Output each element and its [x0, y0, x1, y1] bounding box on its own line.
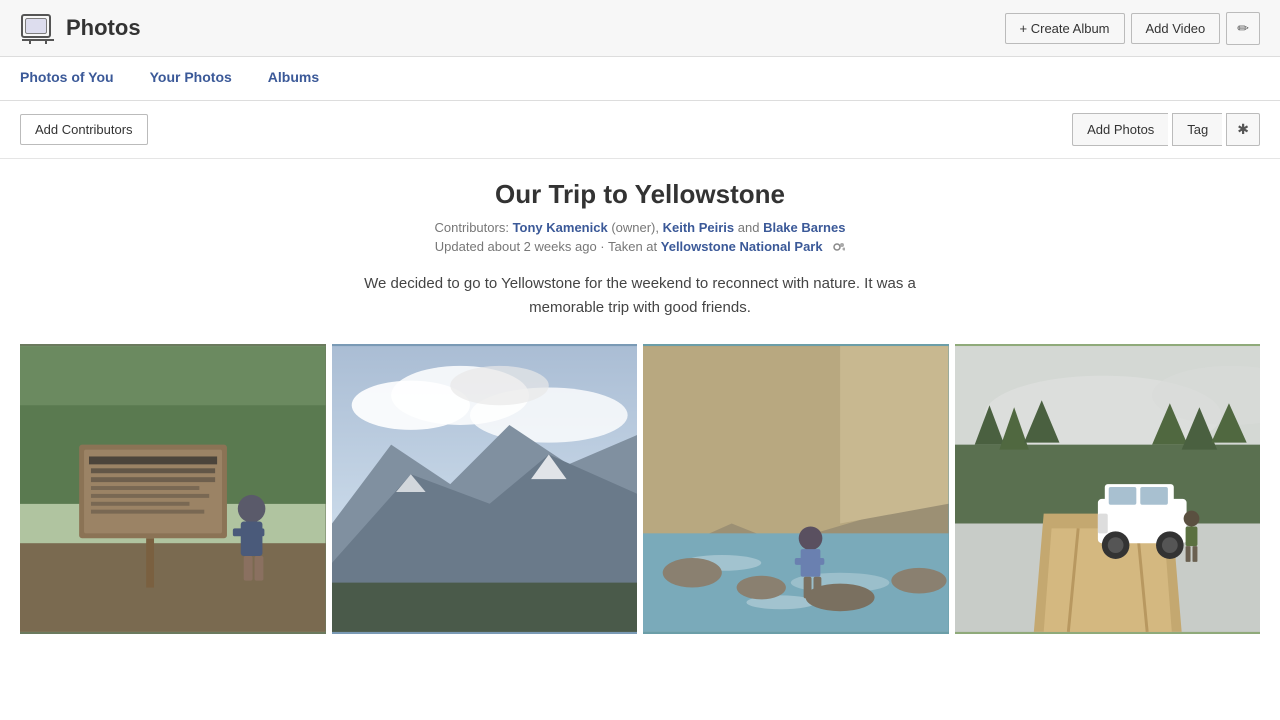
contributors-prefix: Contributors: — [435, 220, 513, 235]
nav-tabs: Photos of You Your Photos Albums — [0, 57, 1280, 101]
edit-button[interactable]: ✏ — [1226, 12, 1260, 45]
album-contributors: Contributors: Tony Kamenick (owner), Kei… — [20, 220, 1260, 235]
create-album-button[interactable]: + Create Album — [1005, 13, 1125, 44]
top-header: Photos + Create Album Add Video ✏ — [0, 0, 1280, 57]
add-video-button[interactable]: Add Video — [1131, 13, 1221, 44]
contributor-blake[interactable]: Blake Barnes — [763, 220, 845, 235]
photo-grid — [20, 344, 1260, 634]
contributor-tony[interactable]: Tony Kamenick — [513, 220, 608, 235]
add-photos-button[interactable]: Add Photos — [1072, 113, 1168, 146]
photo-item[interactable] — [332, 344, 638, 634]
album-updated: Updated about 2 weeks ago · Taken at Yel… — [20, 239, 1260, 256]
tab-photos-of-you[interactable]: Photos of You — [20, 57, 130, 100]
photos-app-icon — [20, 10, 56, 46]
photo-item[interactable] — [643, 344, 949, 634]
album-toolbar: Add Contributors Add Photos Tag ✱ — [0, 101, 1280, 159]
contributor-keith[interactable]: Keith Peiris — [663, 220, 735, 235]
album-title: Our Trip to Yellowstone — [20, 179, 1260, 210]
tab-albums[interactable]: Albums — [268, 57, 335, 100]
header-actions: + Create Album Add Video ✏ — [1005, 12, 1260, 45]
gear-icon: ✱ — [1237, 121, 1249, 137]
photo-item[interactable] — [955, 344, 1261, 634]
album-location-link[interactable]: Yellowstone National Park — [661, 239, 823, 254]
tab-your-photos[interactable]: Your Photos — [150, 57, 248, 100]
album-description: We decided to go to Yellowstone for the … — [340, 272, 940, 320]
edit-icon: ✏ — [1237, 20, 1249, 36]
add-contributors-button[interactable]: Add Contributors — [20, 114, 148, 145]
settings-button[interactable]: ✱ — [1226, 113, 1260, 146]
location-icon — [829, 240, 845, 256]
brand-title: Photos — [66, 15, 141, 41]
toolbar-right-actions: Add Photos Tag ✱ — [1072, 113, 1260, 146]
album-content: Our Trip to Yellowstone Contributors: To… — [0, 159, 1280, 654]
brand-area: Photos — [20, 10, 141, 46]
photo-item[interactable] — [20, 344, 326, 634]
tag-button[interactable]: Tag — [1172, 113, 1222, 146]
